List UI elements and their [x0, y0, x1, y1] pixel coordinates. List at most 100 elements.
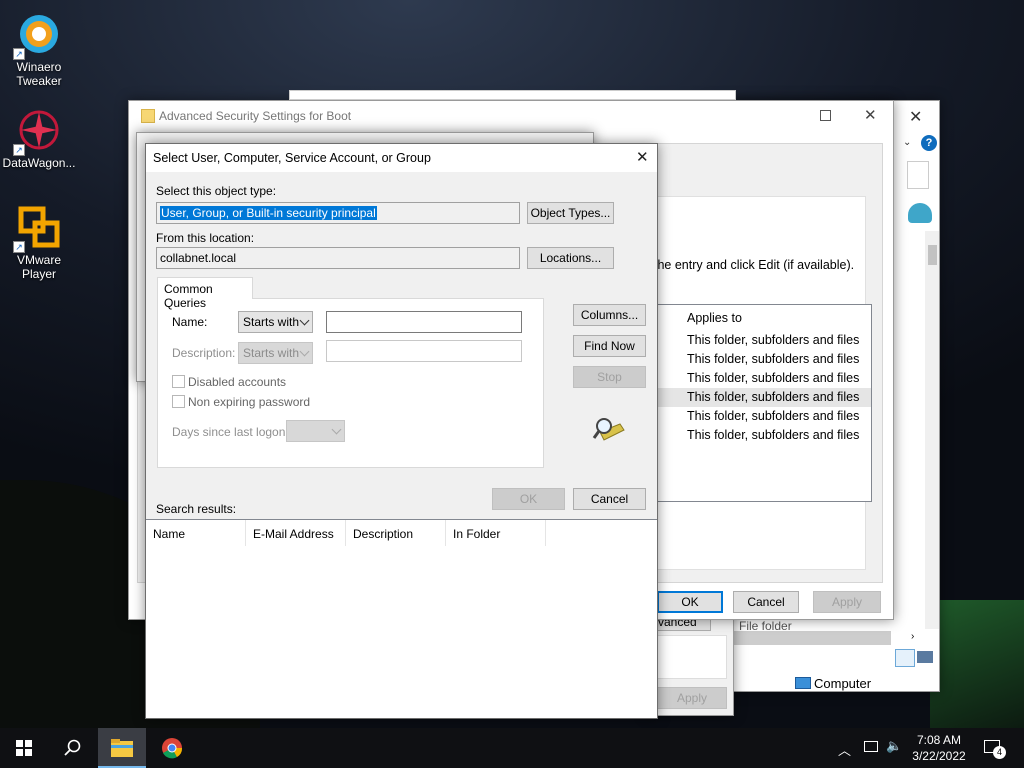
object-type-value: User, Group, or Built-in security princi…: [160, 206, 377, 220]
horizontal-scrollbar[interactable]: [733, 631, 891, 645]
name-input[interactable]: [326, 311, 522, 333]
list-item[interactable]: This folder, subfolders and files: [655, 350, 871, 369]
object-types-button[interactable]: Object Types...: [527, 202, 614, 224]
search-key-icon: [592, 414, 626, 444]
desktop-icon-datawagon[interactable]: ↗ DataWagon...: [0, 108, 79, 170]
clock-time: 7:08 AM: [916, 733, 962, 747]
column-header-label: In Folder: [453, 527, 501, 541]
applies-to-cell: This folder, subfolders and files: [687, 371, 860, 385]
locations-button[interactable]: Locations...: [527, 247, 614, 269]
network-icon[interactable]: [864, 741, 878, 752]
results-header: Name E-Mail Address Description In Folde…: [146, 520, 546, 546]
details-view-icon[interactable]: [895, 649, 915, 667]
help-icon[interactable]: ?: [921, 135, 937, 151]
chevron-right-icon[interactable]: ›: [911, 631, 914, 642]
desktop-icon-label: VMware Player: [16, 253, 61, 281]
object-type-field[interactable]: User, Group, or Built-in security princi…: [156, 202, 520, 224]
common-queries-panel: Name: Starts with Description: Starts wi…: [157, 298, 544, 468]
properties-apply-button[interactable]: Apply: [657, 687, 727, 709]
vertical-scrollbar[interactable]: [925, 231, 939, 629]
column-header-name[interactable]: Name: [146, 520, 246, 546]
chevron-up-icon[interactable]: ︿: [838, 740, 851, 759]
status-computer: Computer: [793, 675, 941, 693]
list-item[interactable]: This folder, subfolders and files: [655, 331, 871, 350]
file-explorer-taskbar-button[interactable]: [98, 728, 146, 768]
search-results-label: Search results:: [156, 502, 237, 516]
search-button[interactable]: [48, 728, 96, 768]
notifications-button[interactable]: 4: [982, 738, 1006, 760]
location-field[interactable]: collabnet.local: [156, 247, 520, 269]
instruction-text: the entry and click Edit (if available).: [654, 258, 855, 272]
close-icon[interactable]: ✕: [864, 106, 877, 124]
vmware-icon: ↗: [13, 205, 61, 253]
maximize-icon[interactable]: [820, 110, 831, 121]
name-mode-select[interactable]: Starts with: [238, 311, 313, 333]
list-item[interactable]: This folder, subfolders and files: [655, 426, 871, 445]
dialog-ok-button[interactable]: OK: [492, 488, 565, 510]
name-mode-value: Starts with: [243, 315, 300, 329]
dialog-title: Select User, Computer, Service Account, …: [153, 151, 431, 165]
applies-to-cell: This folder, subfolders and files: [687, 409, 860, 423]
days-since-select[interactable]: [286, 420, 345, 442]
list-item[interactable]: This folder, subfolders and files: [655, 369, 871, 388]
ok-button[interactable]: OK: [657, 591, 723, 613]
description-mode-select[interactable]: Starts with: [238, 342, 313, 364]
desktop-icon-winaero[interactable]: ↗ Winaero Tweaker: [0, 12, 79, 88]
apply-button[interactable]: Apply: [813, 591, 881, 613]
column-header-in-folder[interactable]: In Folder: [446, 520, 546, 546]
dialog-cancel-button[interactable]: Cancel: [573, 488, 646, 510]
column-header-label: E-Mail Address: [253, 527, 334, 541]
list-item[interactable]: This folder, subfolders and files: [655, 407, 871, 426]
column-header-label: Description: [353, 527, 414, 541]
computer-icon: [795, 677, 811, 689]
close-icon[interactable]: ✕: [909, 107, 922, 127]
chevron-down-icon: [299, 315, 310, 326]
shortcut-arrow-icon: ↗: [13, 241, 25, 253]
taskbar: ︿ 🔈 7:08 AM 3/22/2022 4: [0, 728, 1024, 768]
clock-date: 3/22/2022: [912, 749, 966, 763]
disabled-accounts-checkbox[interactable]: [172, 375, 185, 388]
chevron-down-icon: [331, 424, 342, 435]
cancel-button[interactable]: Cancel: [733, 591, 799, 613]
disabled-accounts-label: Disabled accounts: [188, 375, 287, 389]
find-now-button[interactable]: Find Now: [573, 335, 646, 357]
clock[interactable]: 7:08 AM 3/22/2022: [906, 732, 972, 764]
stop-button[interactable]: Stop: [573, 366, 646, 388]
select-user-dialog: Select User, Computer, Service Account, …: [145, 143, 658, 719]
column-header-label: Name: [153, 527, 186, 541]
applies-to-cell: This folder, subfolders and files: [687, 390, 860, 404]
volume-icon[interactable]: 🔈: [886, 738, 902, 754]
shortcut-arrow-icon: ↗: [13, 48, 25, 60]
notification-badge: 4: [993, 746, 1006, 759]
background-dialog-top-edge: [289, 90, 736, 100]
start-button[interactable]: [0, 728, 48, 768]
desktop-icon-vmware[interactable]: ↗ VMware Player: [0, 205, 79, 281]
permission-entries-list[interactable]: Applies to This folder, subfolders and f…: [654, 304, 872, 502]
shell-icon: [908, 203, 932, 223]
description-mode-value: Starts with: [243, 346, 300, 360]
location-label: From this location:: [156, 231, 255, 245]
column-header-email[interactable]: E-Mail Address: [246, 520, 346, 546]
tab-common-queries[interactable]: Common Queries: [157, 277, 253, 310]
windows-icon: [16, 740, 32, 756]
winaero-icon: ↗: [13, 12, 61, 60]
column-header-description[interactable]: Description: [346, 520, 446, 546]
chrome-taskbar-button[interactable]: [148, 728, 196, 768]
folder-icon: [141, 109, 155, 123]
close-icon[interactable]: ✕: [636, 148, 649, 166]
search-icon: [64, 739, 81, 756]
columns-button[interactable]: Columns...: [573, 304, 646, 326]
description-input[interactable]: [326, 340, 522, 362]
non-expiring-checkbox[interactable]: [172, 395, 185, 408]
applies-to-cell: This folder, subfolders and files: [687, 428, 860, 442]
search-results-list[interactable]: Name E-Mail Address Description In Folde…: [146, 519, 657, 718]
object-type-label: Select this object type:: [156, 184, 277, 198]
large-icons-view-icon[interactable]: [917, 651, 933, 663]
description-label: Description:: [172, 346, 236, 360]
applies-to-header[interactable]: Applies to: [687, 311, 742, 325]
search-box[interactable]: [907, 161, 929, 189]
chevron-down-icon[interactable]: ⌄: [903, 137, 911, 148]
list-item-selected[interactable]: This folder, subfolders and files: [655, 388, 871, 407]
title-bar: Advanced Security Settings for Boot ✕: [129, 101, 893, 131]
folder-icon: [111, 739, 133, 757]
